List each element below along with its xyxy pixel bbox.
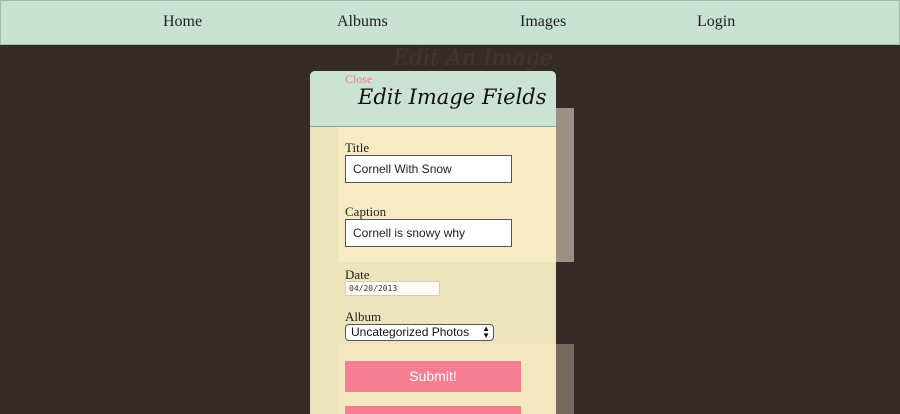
album-label: Album [345,309,382,324]
nav-images-link[interactable]: Images [520,13,566,31]
edit-image-modal: Close Edit Image Fields Title Caption Da… [310,71,556,414]
select-arrows-icon: ▲ ▼ [482,324,490,340]
modal-title: Edit Image Fields [358,85,547,109]
title-label: Title [345,140,370,155]
date-input[interactable]: 04/20/2013 [345,281,440,296]
page-heading: Edit An Image [393,46,553,71]
modal-header: Close Edit Image Fields [310,71,556,127]
submit-button[interactable]: Submit! [345,361,521,392]
album-select[interactable]: Uncategorized Photos ▲ ▼ [345,324,494,341]
caption-input[interactable] [345,219,512,247]
caption-label: Caption [345,204,387,219]
nav-albums-link[interactable]: Albums [337,13,388,31]
nav-login-link[interactable]: Login [697,13,735,31]
album-select-value: Uncategorized Photos [351,325,470,339]
title-input[interactable] [345,155,512,183]
top-navbar: Home Albums Images Login [0,0,900,45]
nav-home-link[interactable]: Home [163,13,202,31]
secondary-button[interactable] [345,406,521,414]
